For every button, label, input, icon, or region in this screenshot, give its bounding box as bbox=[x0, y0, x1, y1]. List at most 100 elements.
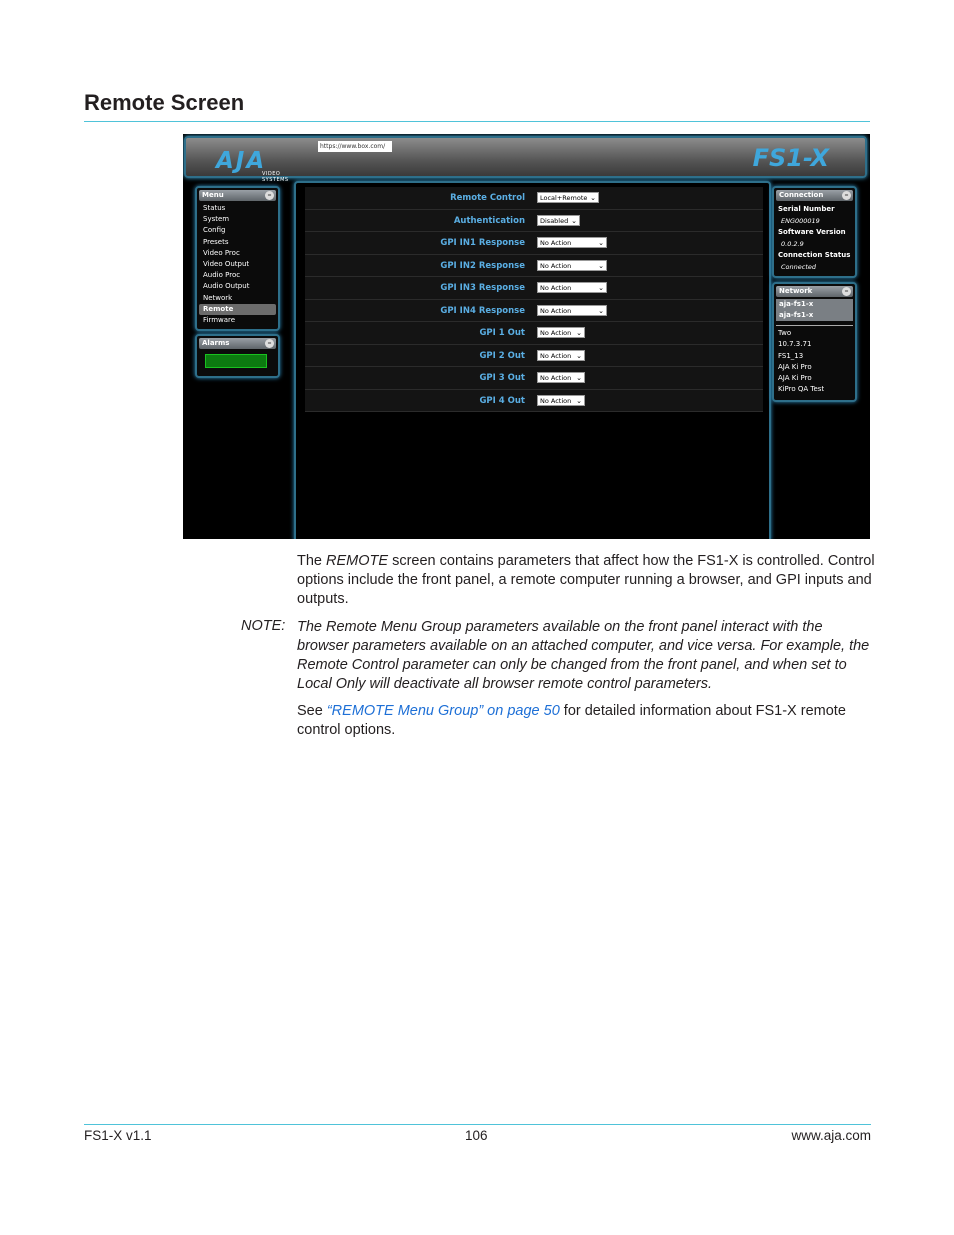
chevron-down-icon: ⌄ bbox=[576, 351, 582, 360]
note-label: NOTE: bbox=[241, 618, 286, 634]
page-title: Remote Screen bbox=[84, 90, 245, 115]
menu-title: Menu bbox=[202, 191, 224, 199]
divider bbox=[776, 325, 853, 326]
menu-panel: Menu – Status System Config Presets Video Pr… bbox=[195, 186, 280, 331]
param-select-value: No Action bbox=[540, 284, 572, 292]
menu-item[interactable]: Video Proc bbox=[199, 248, 276, 259]
connection-title: Connection bbox=[779, 191, 824, 199]
menu-item[interactable]: Status bbox=[199, 203, 276, 214]
param-select-value: No Action bbox=[540, 374, 572, 382]
param-select-value: Local+Remote bbox=[540, 194, 588, 202]
intro-paragraph: The REMOTE screen contains parameters th… bbox=[297, 553, 875, 607]
collapse-icon[interactable]: – bbox=[842, 191, 851, 200]
title-rule bbox=[84, 121, 870, 122]
chevron-down-icon: ⌄ bbox=[576, 329, 582, 337]
menu-item[interactable]: Presets bbox=[199, 237, 276, 248]
collapse-icon[interactable]: – bbox=[265, 191, 274, 200]
remote-params-area: Remote Control Local+Remote ⌄ Authenticatio… bbox=[294, 181, 771, 539]
connection-panel: Connection – Serial Number ENG000019 Sof… bbox=[772, 186, 857, 278]
param-select[interactable]: Disabled ⌄ bbox=[537, 214, 580, 226]
param-row: GPI IN4 Response No Action ⌄ bbox=[305, 299, 763, 322]
connection-panel-header: Connection – bbox=[776, 190, 853, 201]
chevron-down-icon: ⌄ bbox=[576, 396, 582, 405]
network-device-entry[interactable]: FS1_13 bbox=[774, 351, 855, 362]
menu-item[interactable]: Video Output bbox=[199, 259, 276, 270]
footer-rule bbox=[84, 1124, 871, 1125]
menu-item[interactable]: Audio Output bbox=[199, 281, 276, 292]
param-select[interactable]: No Action ⌄ bbox=[537, 282, 607, 293]
chevron-down-icon: ⌄ bbox=[576, 374, 582, 382]
param-row: GPI 2 Out No Action ⌄ bbox=[305, 344, 763, 367]
param-select-value: Disabled bbox=[540, 216, 569, 225]
logo-text: AJA bbox=[216, 148, 267, 174]
page-number: 106 bbox=[465, 1128, 488, 1143]
param-select[interactable]: No Action ⌄ bbox=[537, 394, 585, 406]
network-device-entry[interactable]: 10.7.3.71 bbox=[774, 339, 855, 350]
network-device-entry[interactable]: Two bbox=[774, 328, 855, 339]
alarms-panel-header: Alarms – bbox=[199, 338, 276, 349]
param-select[interactable]: No Action ⌄ bbox=[537, 327, 585, 338]
param-row: GPI 4 Out No Action ⌄ bbox=[305, 389, 763, 412]
param-select-value: No Action bbox=[540, 239, 572, 247]
param-label: GPI IN1 Response bbox=[440, 238, 525, 248]
aja-logo: AJA VIDEO SYSTEMS bbox=[200, 144, 290, 183]
param-label: GPI 4 Out bbox=[479, 395, 525, 406]
chevron-down-icon: ⌄ bbox=[571, 216, 577, 225]
network-device-item[interactable]: aja-fs1-x bbox=[776, 310, 853, 321]
param-row: GPI 3 Out No Action ⌄ bbox=[305, 367, 763, 390]
fs1x-screenshot: AJA VIDEO SYSTEMS https://www.box.com/ F… bbox=[183, 134, 870, 539]
status-value: Connected bbox=[781, 262, 817, 271]
param-select[interactable]: Local+Remote ⌄ bbox=[537, 192, 599, 203]
param-label: GPI IN3 Response bbox=[440, 283, 525, 293]
software-value: 0.0.2.9 bbox=[781, 239, 804, 248]
param-label: GPI 1 Out bbox=[479, 328, 525, 338]
footer-version: FS1-X v1.1 bbox=[84, 1128, 152, 1143]
logo-subtitle: VIDEO SYSTEMS bbox=[262, 171, 289, 183]
param-select-value: No Action bbox=[540, 351, 572, 360]
param-label: Remote Control bbox=[450, 193, 525, 203]
alarm-status-indicator bbox=[205, 354, 267, 368]
network-title: Network bbox=[779, 287, 813, 295]
param-row: Authentication Disabled ⌄ bbox=[305, 209, 763, 232]
param-select-value: No Action bbox=[540, 329, 572, 337]
param-label: GPI IN2 Response bbox=[440, 260, 525, 271]
product-name: FS1-X bbox=[752, 144, 829, 172]
param-select[interactable]: No Action ⌄ bbox=[537, 304, 607, 316]
param-select-value: No Action bbox=[540, 261, 572, 270]
footer-url: www.aja.com bbox=[791, 1128, 871, 1143]
menu-item[interactable]: Remote bbox=[199, 303, 276, 315]
param-select[interactable]: No Action ⌄ bbox=[537, 372, 585, 383]
menu-list: Status System Config Presets Video Proc Video… bbox=[197, 203, 278, 326]
param-select[interactable]: No Action ⌄ bbox=[537, 259, 607, 271]
network-device-entry[interactable]: KiPro QA Test bbox=[774, 384, 855, 395]
param-label: GPI IN4 Response bbox=[440, 305, 525, 316]
chevron-down-icon: ⌄ bbox=[598, 284, 604, 292]
network-panel: Network – aja-fs1-x aja-fs1-x Two 10.7.3.7… bbox=[772, 282, 857, 402]
chevron-down-icon: ⌄ bbox=[598, 239, 604, 247]
param-select[interactable]: No Action ⌄ bbox=[537, 349, 585, 361]
serial-label: Serial Number bbox=[778, 205, 835, 213]
menu-item[interactable]: System bbox=[199, 214, 276, 225]
collapse-icon[interactable]: – bbox=[265, 339, 274, 348]
param-select[interactable]: No Action ⌄ bbox=[537, 237, 607, 248]
remote-menu-group-link[interactable]: “REMOTE Menu Group” on page 50 bbox=[327, 703, 560, 719]
url-field[interactable]: https://www.box.com/ bbox=[318, 141, 392, 152]
collapse-icon[interactable]: – bbox=[842, 287, 851, 296]
menu-item[interactable]: Config bbox=[199, 225, 276, 236]
chevron-down-icon: ⌄ bbox=[598, 261, 604, 270]
menu-item[interactable]: Network bbox=[199, 293, 276, 304]
menu-item[interactable]: Firmware bbox=[199, 315, 276, 326]
network-panel-header: Network – bbox=[776, 286, 853, 297]
param-select-value: No Action bbox=[540, 396, 572, 405]
param-row: GPI 1 Out No Action ⌄ bbox=[305, 322, 763, 345]
software-label: Software Version bbox=[778, 228, 846, 236]
see-also-paragraph: See “REMOTE Menu Group” on page 50 for d… bbox=[297, 703, 846, 738]
param-row: GPI IN3 Response No Action ⌄ bbox=[305, 277, 763, 300]
network-device-item[interactable]: aja-fs1-x bbox=[776, 299, 853, 310]
menu-item[interactable]: Audio Proc bbox=[199, 270, 276, 281]
menu-panel-header: Menu – bbox=[199, 190, 276, 201]
chevron-down-icon: ⌄ bbox=[598, 306, 604, 315]
network-device-entry[interactable]: AJA Ki Pro bbox=[774, 362, 855, 373]
network-device-entry[interactable]: AJA Ki Pro bbox=[774, 373, 855, 384]
serial-value: ENG000019 bbox=[781, 216, 820, 225]
